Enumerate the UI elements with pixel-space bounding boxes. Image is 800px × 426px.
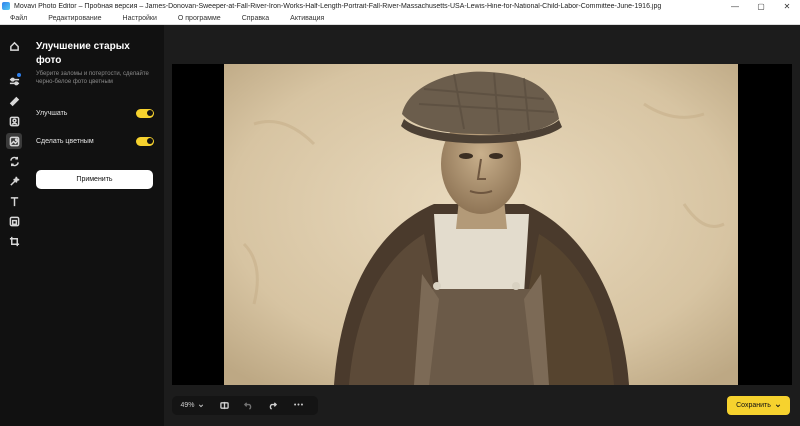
undo-button[interactable] xyxy=(236,396,260,415)
tool-adjust[interactable] xyxy=(6,73,22,89)
menu-bar: Файл Редактирование Настройки О программ… xyxy=(0,12,800,25)
option-enhance-label: Улучшать xyxy=(36,109,68,117)
zoom-select[interactable]: 49% xyxy=(172,396,212,415)
portrait-photo-image xyxy=(224,64,738,385)
sliders-icon xyxy=(9,77,19,85)
redo-icon xyxy=(269,402,277,410)
tool-rail xyxy=(0,25,28,426)
image-canvas[interactable] xyxy=(172,64,792,385)
tool-text[interactable] xyxy=(6,193,22,209)
more-options-button[interactable]: ••• xyxy=(284,396,314,415)
text-icon xyxy=(10,196,18,206)
settings-panel: Улучшение старых фото Уберите заломы и п… xyxy=(28,25,164,426)
photo-restore-icon xyxy=(9,136,19,146)
tool-effects[interactable] xyxy=(6,173,22,189)
home-icon xyxy=(9,41,19,51)
option-colorize: Сделать цветным xyxy=(36,135,154,147)
crop-icon xyxy=(9,236,19,246)
chevron-down-icon xyxy=(775,403,781,407)
replace-icon xyxy=(9,156,19,166)
option-colorize-label: Сделать цветным xyxy=(36,137,94,145)
panel-description: Уберите заломы и потертости, сделайте че… xyxy=(36,71,149,85)
tool-replace[interactable] xyxy=(6,153,22,169)
minimize-button[interactable]: — xyxy=(722,0,748,12)
menu-help[interactable]: Справка xyxy=(242,15,269,22)
menu-about[interactable]: О программе xyxy=(178,15,221,22)
save-button[interactable]: Сохранить xyxy=(727,396,790,415)
menu-file[interactable]: Файл xyxy=(10,15,27,22)
compare-button[interactable] xyxy=(212,396,236,415)
eraser-icon xyxy=(9,96,19,106)
colorize-toggle[interactable] xyxy=(136,136,154,146)
menu-settings[interactable]: Настройки xyxy=(123,15,157,22)
tool-portrait[interactable] xyxy=(6,113,22,129)
tool-frames[interactable] xyxy=(6,213,22,229)
window-title: Movavi Photo Editor – Пробная версия – J… xyxy=(14,2,662,10)
apply-button[interactable]: Применить xyxy=(36,170,153,189)
title-bar: Movavi Photo Editor – Пробная версия – J… xyxy=(0,0,800,12)
portrait-icon xyxy=(9,116,19,126)
tool-retouch[interactable] xyxy=(6,93,22,109)
magic-wand-icon xyxy=(9,176,19,186)
tool-home[interactable] xyxy=(6,38,22,54)
close-button[interactable]: ✕ xyxy=(774,0,800,12)
panel-title: Улучшение старых фото xyxy=(36,41,130,66)
redo-button[interactable] xyxy=(260,396,284,415)
frame-icon xyxy=(9,216,19,226)
app-logo-icon xyxy=(2,2,10,10)
menu-activation[interactable]: Активация xyxy=(290,15,324,22)
maximize-button[interactable]: ▢ xyxy=(748,0,774,12)
new-badge-dot xyxy=(17,73,21,77)
menu-edit[interactable]: Редактирование xyxy=(48,15,101,22)
enhance-toggle[interactable] xyxy=(136,108,154,118)
option-enhance: Улучшать xyxy=(36,107,154,119)
undo-icon xyxy=(243,402,251,410)
workspace xyxy=(164,25,800,426)
tool-crop[interactable] xyxy=(6,233,22,249)
photo[interactable] xyxy=(224,64,738,385)
compare-icon xyxy=(219,401,229,410)
chevron-down-icon xyxy=(198,403,203,407)
tool-restore-old-photo[interactable] xyxy=(6,133,22,149)
save-label: Сохранить xyxy=(736,402,771,409)
zoom-value: 49% xyxy=(180,402,195,409)
bottom-toolbar: 49% ••• xyxy=(172,396,318,415)
